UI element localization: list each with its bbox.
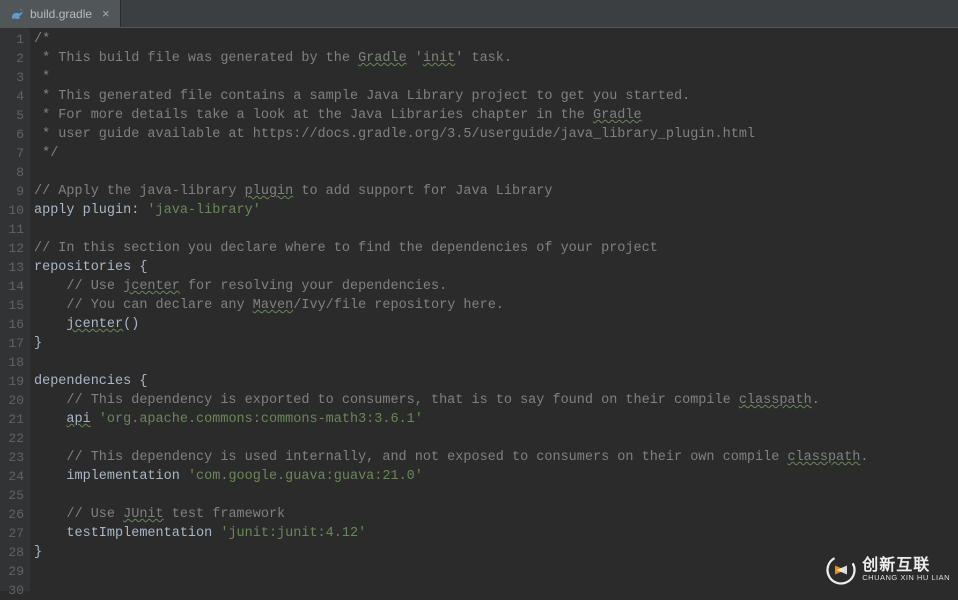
code-editor[interactable]: /* * This build file was generated by th… <box>30 28 958 591</box>
watermark-cn-text: 创新互联 <box>862 558 950 574</box>
code-line: * This generated file contains a sample … <box>34 87 958 106</box>
line-number: 2 <box>0 49 24 68</box>
code-line <box>34 562 958 581</box>
code-line: // This dependency is exported to consum… <box>34 391 958 410</box>
code-line <box>34 429 958 448</box>
editor-area: 1234567891011121314151617181920212223242… <box>0 28 958 591</box>
line-number: 23 <box>0 448 24 467</box>
line-number: 1 <box>0 30 24 49</box>
gradle-icon <box>10 7 24 21</box>
line-number-gutter: 1234567891011121314151617181920212223242… <box>0 28 30 591</box>
code-line: } <box>34 543 958 562</box>
code-line <box>34 486 958 505</box>
code-line: // Use JUnit test framework <box>34 505 958 524</box>
line-number: 13 <box>0 258 24 277</box>
line-number: 16 <box>0 315 24 334</box>
line-number: 21 <box>0 410 24 429</box>
line-number: 26 <box>0 505 24 524</box>
line-number: 19 <box>0 372 24 391</box>
tab-filename: build.gradle <box>30 7 92 21</box>
line-number: 7 <box>0 144 24 163</box>
line-number: 14 <box>0 277 24 296</box>
line-number: 3 <box>0 68 24 87</box>
code-line: jcenter() <box>34 315 958 334</box>
line-number: 5 <box>0 106 24 125</box>
line-number: 20 <box>0 391 24 410</box>
line-number: 10 <box>0 201 24 220</box>
code-line: /* <box>34 30 958 49</box>
code-line: // This dependency is used internally, a… <box>34 448 958 467</box>
code-line: // In this section you declare where to … <box>34 239 958 258</box>
code-line: apply plugin: 'java-library' <box>34 201 958 220</box>
code-line: dependencies { <box>34 372 958 391</box>
code-line: // Apply the java-library plugin to add … <box>34 182 958 201</box>
code-line: // You can declare any Maven/Ivy/file re… <box>34 296 958 315</box>
line-number: 17 <box>0 334 24 353</box>
close-tab-icon[interactable]: × <box>102 6 110 21</box>
code-line: api 'org.apache.commons:commons-math3:3.… <box>34 410 958 429</box>
line-number: 11 <box>0 220 24 239</box>
code-line: * user guide available at https://docs.g… <box>34 125 958 144</box>
code-line: } <box>34 334 958 353</box>
code-line: * For more details take a look at the Ja… <box>34 106 958 125</box>
line-number: 9 <box>0 182 24 201</box>
line-number: 28 <box>0 543 24 562</box>
code-line: */ <box>34 144 958 163</box>
code-line <box>34 581 958 591</box>
line-number: 8 <box>0 163 24 182</box>
code-line: * This build file was generated by the G… <box>34 49 958 68</box>
line-number: 12 <box>0 239 24 258</box>
line-number: 15 <box>0 296 24 315</box>
line-number: 25 <box>0 486 24 505</box>
file-tab[interactable]: build.gradle × <box>0 0 121 27</box>
tab-bar: build.gradle × <box>0 0 958 28</box>
line-number: 29 <box>0 562 24 581</box>
watermark-en-text: CHUANG XIN HU LIAN <box>862 574 950 582</box>
code-line: testImplementation 'junit:junit:4.12' <box>34 524 958 543</box>
code-line: repositories { <box>34 258 958 277</box>
code-line <box>34 163 958 182</box>
code-line <box>34 353 958 372</box>
line-number: 18 <box>0 353 24 372</box>
code-line <box>34 220 958 239</box>
line-number: 22 <box>0 429 24 448</box>
watermark-logo-icon <box>826 555 856 585</box>
watermark: 创新互联 CHUANG XIN HU LIAN <box>826 555 950 585</box>
code-line: implementation 'com.google.guava:guava:2… <box>34 467 958 486</box>
code-line: // Use jcenter for resolving your depend… <box>34 277 958 296</box>
line-number: 4 <box>0 87 24 106</box>
line-number: 27 <box>0 524 24 543</box>
code-line: * <box>34 68 958 87</box>
line-number: 6 <box>0 125 24 144</box>
line-number: 24 <box>0 467 24 486</box>
